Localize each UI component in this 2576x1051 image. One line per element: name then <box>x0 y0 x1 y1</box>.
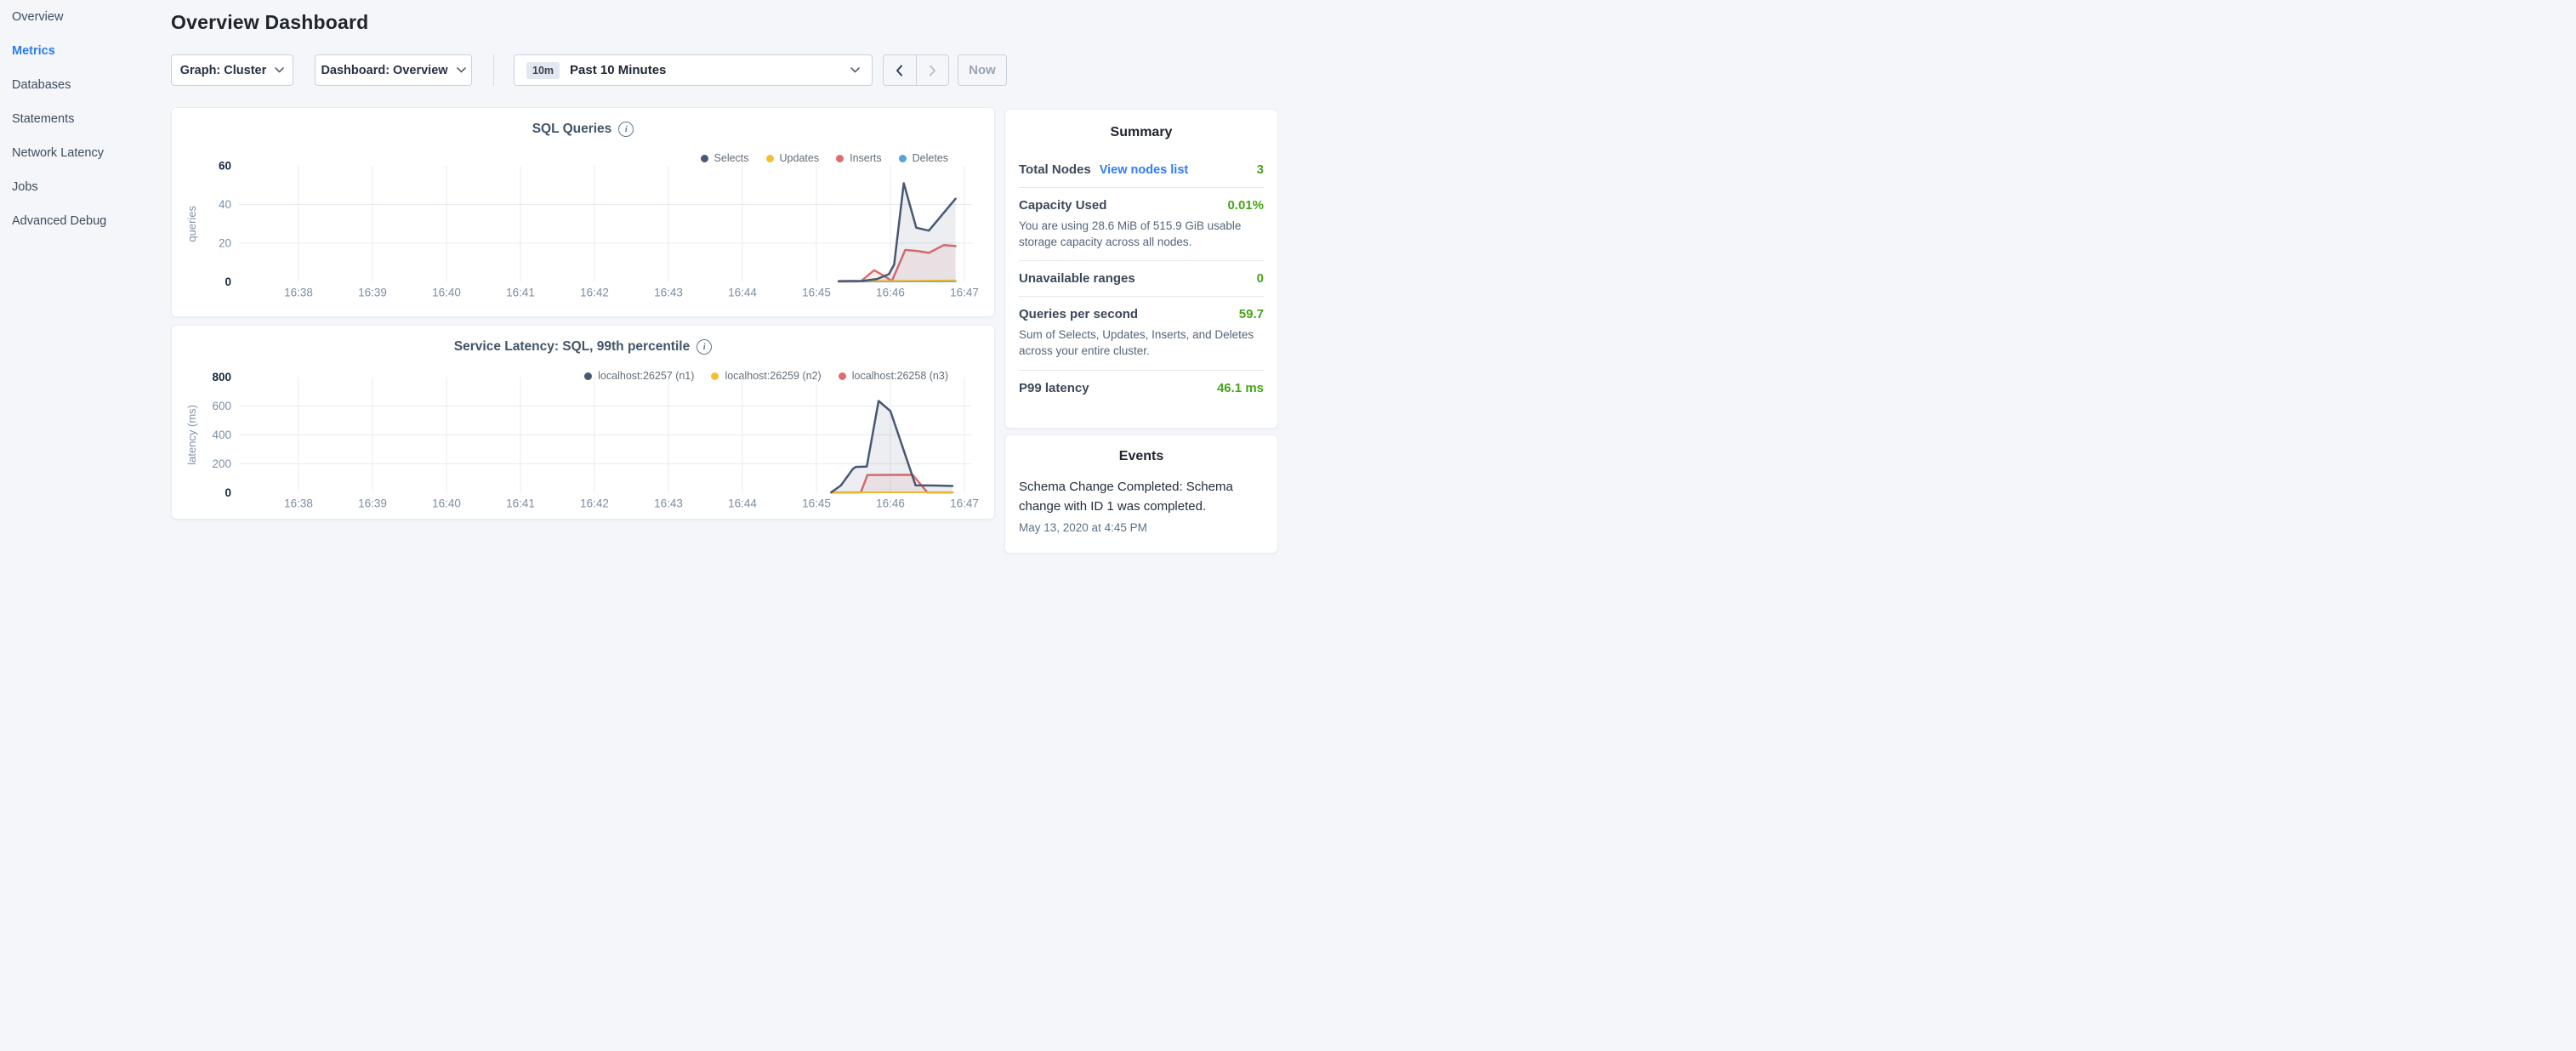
summary-panel: Summary Total Nodes View nodes list 3 Capac… <box>1004 109 1278 429</box>
summary-row: Queries per second 59.7 Sum of Selects, Up… <box>1019 307 1264 359</box>
graph-dropdown-label: Graph: Cluster <box>180 64 267 77</box>
y-tick-label: 600 <box>212 400 231 412</box>
summary-row: Total Nodes View nodes list 3 <box>1019 162 1264 177</box>
x-tick-label: 16:46 <box>876 287 905 299</box>
x-tick-label: 16:40 <box>432 497 461 509</box>
time-range-badge: 10m <box>526 62 560 79</box>
x-tick-label: 16:38 <box>284 497 313 509</box>
sidebar-item-network-latency[interactable]: Network Latency <box>0 136 171 170</box>
service-latency-chart: 16:38 16:39 16:40 16:41 16:42 16:43 16:44 16:45… <box>172 326 996 520</box>
y-tick-label: 0 <box>225 486 231 499</box>
x-tick-label: 16:38 <box>284 287 313 299</box>
graph-dropdown[interactable]: Graph: Cluster <box>171 54 293 86</box>
summary-row-label: Total Nodes <box>1019 162 1091 177</box>
x-tick-label: 16:45 <box>802 287 831 299</box>
time-prev-button[interactable] <box>884 55 917 85</box>
summary-row-label: Capacity Used <box>1019 198 1106 213</box>
y-tick-label: 200 <box>212 457 231 470</box>
time-range-dropdown[interactable]: 10m Past 10 Minutes <box>514 54 873 86</box>
summary-row-value: 3 <box>1257 162 1264 177</box>
service-latency-chart-card: Service Latency: SQL, 99th percentile i … <box>171 325 995 520</box>
sidebar-item-metrics[interactable]: Metrics <box>0 34 171 68</box>
x-tick-label: 16:41 <box>506 287 535 299</box>
summary-row-description: Sum of Selects, Updates, Inserts, and De… <box>1019 327 1264 359</box>
summary-row-value: 0.01% <box>1227 198 1264 213</box>
events-panel: Events Schema Change Completed: Schema c… <box>1004 435 1278 554</box>
summary-row-value: 46.1 ms <box>1217 381 1264 395</box>
x-tick-label: 16:39 <box>358 497 387 509</box>
dashboard-dropdown[interactable]: Dashboard: Overview <box>315 54 472 86</box>
sql-queries-chart: 16:38 16:39 16:40 16:41 16:42 16:43 16:44 16:45… <box>172 108 996 318</box>
summary-row-value: 0 <box>1257 271 1264 286</box>
y-tick-label: 20 <box>219 237 231 250</box>
summary-divider <box>1019 187 1264 188</box>
sidebar-item-jobs[interactable]: Jobs <box>0 170 171 204</box>
y-axis-label: latency (ms) <box>185 405 198 465</box>
summary-row: P99 latency 46.1 ms <box>1019 381 1264 395</box>
chevron-down-icon <box>850 67 860 73</box>
x-tick-label: 16:39 <box>358 287 387 299</box>
x-tick-label: 16:42 <box>580 287 609 299</box>
sidebar-item-databases[interactable]: Databases <box>0 68 171 102</box>
summary-row-label: Unavailable ranges <box>1019 271 1135 286</box>
sidebar-nav: OverviewMetricsDatabasesStatementsNetwor… <box>0 0 171 526</box>
summary-divider <box>1019 296 1264 297</box>
y-tick-label: 400 <box>212 429 231 441</box>
chevron-down-icon <box>457 67 466 73</box>
summary-row: Unavailable ranges 0 <box>1019 271 1264 286</box>
summary-row-label: P99 latency <box>1019 381 1089 395</box>
sidebar-item-overview[interactable]: Overview <box>0 0 171 34</box>
event-text: Schema Change Completed: Schema change w… <box>1019 478 1264 516</box>
time-pager <box>883 54 949 86</box>
x-tick-label: 16:46 <box>876 497 905 509</box>
chevron-down-icon <box>275 67 284 73</box>
summary-divider <box>1019 370 1264 371</box>
summary-divider <box>1019 260 1264 261</box>
x-tick-label: 16:47 <box>950 497 979 509</box>
x-tick-label: 16:42 <box>580 497 609 509</box>
chevron-right-icon <box>929 65 936 77</box>
x-tick-label: 16:43 <box>654 497 683 509</box>
summary-row-label: Queries per second <box>1019 307 1138 321</box>
y-tick-label: 800 <box>212 371 231 383</box>
summary-row: Capacity Used 0.01% You are using 28.6 MiB… <box>1019 198 1264 250</box>
summary-row-description: You are using 28.6 MiB of 515.9 GiB usab… <box>1019 219 1264 250</box>
y-tick-label: 0 <box>225 276 231 288</box>
x-tick-label: 16:41 <box>506 497 535 509</box>
sidebar-item-statements[interactable]: Statements <box>0 102 171 136</box>
y-tick-label: 60 <box>219 160 231 173</box>
events-title: Events <box>1019 449 1264 464</box>
x-tick-label: 16:43 <box>654 287 683 299</box>
sql-queries-chart-card: SQL Queries i SelectsUpdatesInsertsDelet… <box>171 107 995 317</box>
now-button[interactable]: Now <box>958 54 1007 86</box>
event-timestamp: May 13, 2020 at 4:45 PM <box>1019 521 1264 534</box>
y-axis-label: queries <box>185 205 198 241</box>
time-next-button[interactable] <box>917 55 949 85</box>
x-tick-label: 16:47 <box>950 287 979 299</box>
x-tick-label: 16:40 <box>432 287 461 299</box>
dashboard-dropdown-label: Dashboard: Overview <box>321 64 447 77</box>
controls-divider <box>493 54 494 86</box>
x-tick-label: 16:44 <box>728 497 757 509</box>
time-range-label: Past 10 Minutes <box>570 63 666 77</box>
summary-row-value: 59.7 <box>1239 307 1264 321</box>
x-tick-label: 16:45 <box>802 497 831 509</box>
chevron-left-icon <box>896 65 903 77</box>
x-tick-label: 16:44 <box>728 287 757 299</box>
view-nodes-list-link[interactable]: View nodes list <box>1100 163 1189 177</box>
summary-title: Summary <box>1019 125 1264 140</box>
page-title: Overview Dashboard <box>171 11 368 34</box>
sidebar-item-advanced-debug[interactable]: Advanced Debug <box>0 204 171 238</box>
y-tick-label: 40 <box>219 198 231 211</box>
